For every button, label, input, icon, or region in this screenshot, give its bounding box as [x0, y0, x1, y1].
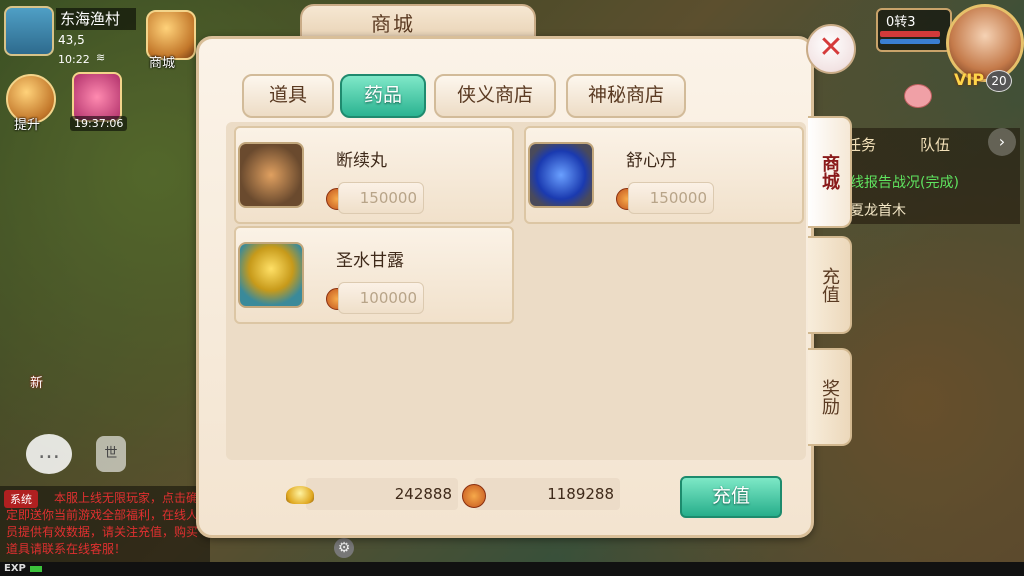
recharge-button[interactable]: 充值: [680, 476, 782, 518]
chat-bubble-icon[interactable]: …: [26, 434, 72, 474]
item-name: 圣水甘露: [336, 251, 404, 271]
chevron-right-icon[interactable]: ›: [988, 128, 1016, 156]
exp-bar-fill: [30, 566, 42, 572]
side-tab-rewards[interactable]: 奖励: [808, 348, 852, 446]
tab-medicine[interactable]: 药品: [340, 74, 426, 118]
vip-level-badge: 20: [986, 70, 1012, 92]
shop-shortcut-label: 商城: [149, 56, 176, 71]
minimap-icon[interactable]: [4, 6, 54, 56]
ginseng-icon: [238, 142, 304, 208]
wifi-icon: ≋: [96, 51, 106, 64]
tab-props[interactable]: 道具: [242, 74, 334, 118]
gold-ingot-icon: [286, 486, 314, 504]
microphone-icon[interactable]: 世: [96, 436, 126, 472]
side-tab-shop[interactable]: 商城: [808, 116, 852, 228]
item-name: 舒心丹: [626, 151, 677, 171]
blue-gem-icon: [528, 142, 594, 208]
golden-orb-icon: [238, 242, 304, 308]
gift-box-icon[interactable]: [72, 72, 122, 122]
item-price: 150000: [628, 182, 714, 214]
gift-timer: 19:37:06: [70, 116, 128, 131]
close-icon[interactable]: ✕: [806, 24, 856, 74]
hp-bar: [880, 31, 940, 37]
tab-chivalry-shop[interactable]: 侠义商店: [434, 74, 556, 118]
location-name: 东海渔村: [56, 8, 136, 30]
tab-mystery-shop[interactable]: 神秘商店: [566, 74, 686, 118]
item-price: 100000: [338, 282, 424, 314]
exp-label: EXP: [4, 563, 26, 574]
item-name: 断续丸: [336, 151, 387, 171]
clock-time: 10:22: [58, 53, 90, 66]
shop-title: 商城: [371, 12, 415, 36]
vip-label: VIP: [954, 70, 985, 89]
gold-ingot-balance: 242888: [306, 478, 458, 510]
peach-icon[interactable]: [904, 84, 932, 108]
new-badge: 新: [30, 376, 44, 391]
copper-coin-icon: [462, 484, 486, 508]
system-message: 本服上线无限玩家，点击确定即送你当前游戏全部福利，在线人员提供有效数据，请关注充…: [6, 491, 199, 556]
rebirth-level: 0转3: [886, 15, 916, 30]
copper-coin-balance: 1189288: [474, 478, 620, 510]
quest-line-complete[interactable]: 线报告战况(完成): [850, 172, 959, 192]
location-coords: 43,5: [58, 33, 85, 47]
upgrade-label: 提升: [14, 118, 41, 133]
exp-bar: [0, 562, 1024, 576]
side-tab-recharge[interactable]: 充值: [808, 236, 852, 334]
mp-bar: [880, 39, 940, 44]
gear-icon[interactable]: ⚙: [334, 538, 354, 558]
quest-tab-team[interactable]: 队伍: [920, 134, 950, 155]
item-price: 150000: [338, 182, 424, 214]
world-channel-label: 世: [104, 446, 118, 461]
quest-line-target[interactable]: 夏龙首木: [850, 200, 906, 220]
